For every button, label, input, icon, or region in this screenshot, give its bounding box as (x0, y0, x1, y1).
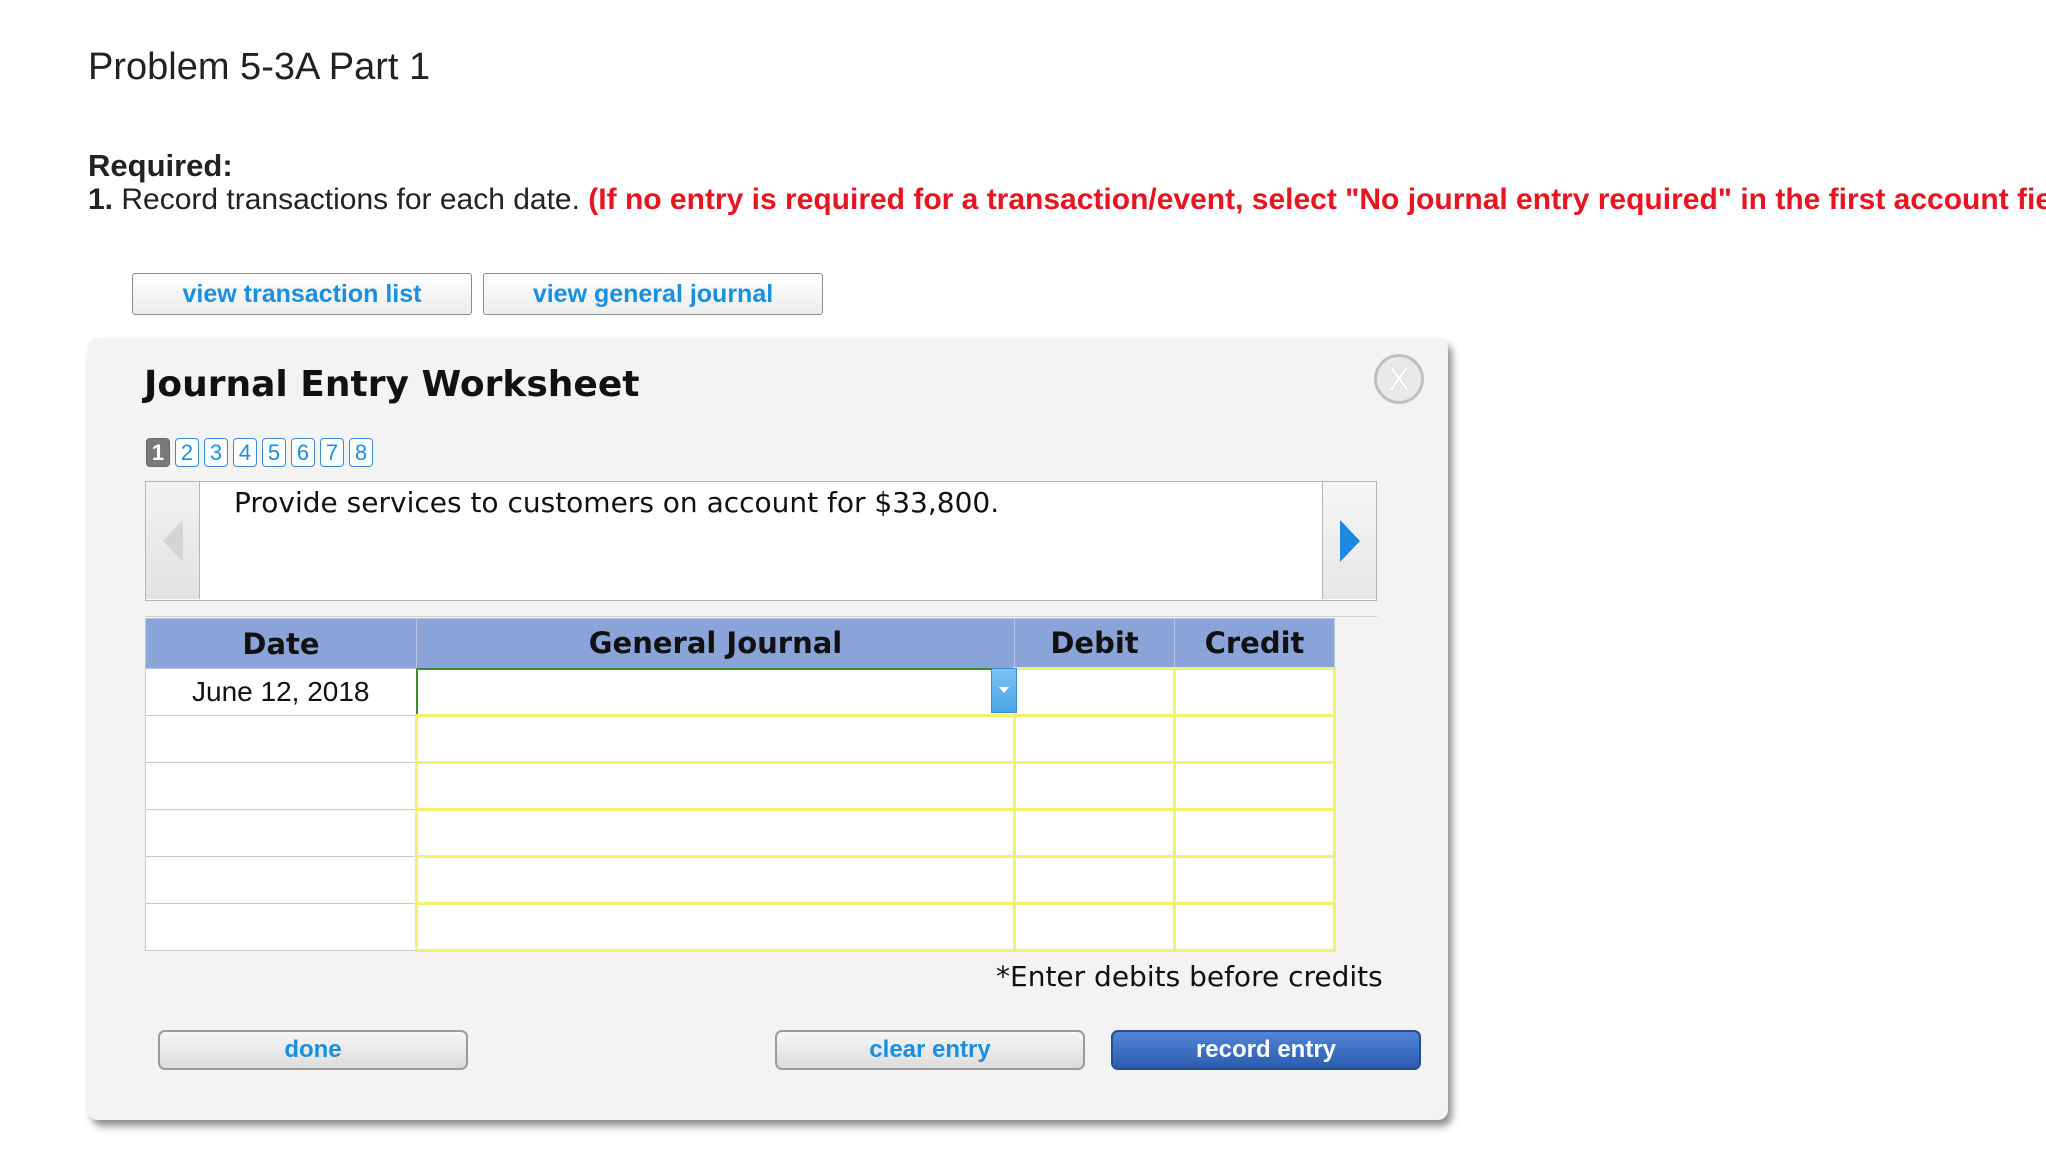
debit-input[interactable] (1013, 902, 1176, 952)
debit-input[interactable] (1013, 714, 1176, 764)
date-cell (145, 903, 417, 951)
credit-input[interactable] (1173, 855, 1336, 905)
table-row: June 12, 2018 (145, 667, 1336, 717)
credit-input[interactable] (1173, 902, 1336, 952)
clear-entry-button[interactable]: clear entry (775, 1030, 1085, 1070)
account-select[interactable] (415, 808, 1016, 858)
credit-input[interactable] (1173, 808, 1336, 858)
page-tab-1[interactable]: 1 (146, 438, 170, 467)
transaction-pager: 1 2 3 4 5 6 7 8 (146, 438, 373, 467)
header-credit: Credit (1174, 618, 1335, 669)
account-select[interactable] (415, 667, 1017, 717)
page-tab-7[interactable]: 7 (320, 438, 344, 467)
table-row (145, 855, 1336, 905)
table-header-row: Date General Journal Debit Credit (145, 618, 1335, 669)
transaction-description: Provide services to customers on account… (234, 486, 1000, 519)
account-select[interactable] (415, 855, 1016, 905)
view-transaction-list-button[interactable]: view transaction list (132, 273, 472, 315)
table-row (145, 902, 1336, 952)
chevron-right-icon (1339, 519, 1360, 562)
divider (145, 616, 1377, 617)
previous-transaction-button[interactable] (146, 482, 200, 599)
date-cell (145, 715, 417, 763)
instruction-text: Record transactions for each date. (113, 183, 589, 216)
worksheet-title: Journal Entry Worksheet (144, 364, 640, 405)
debit-input[interactable] (1013, 761, 1176, 811)
page-title: Problem 5-3A Part 1 (88, 46, 431, 88)
page-tab-3[interactable]: 3 (204, 438, 228, 467)
caret-down-icon[interactable] (991, 667, 1017, 713)
table-row (145, 808, 1336, 858)
account-select[interactable] (415, 761, 1016, 811)
account-select[interactable] (415, 902, 1016, 952)
page-tab-8[interactable]: 8 (349, 438, 373, 467)
instruction-number: 1. (88, 183, 114, 216)
table-row (145, 714, 1336, 764)
instruction-note: (If no entry is required for a transacti… (588, 183, 2046, 216)
page-tab-6[interactable]: 6 (291, 438, 315, 467)
debit-input[interactable] (1013, 667, 1176, 717)
date-cell (145, 856, 417, 904)
date-cell (145, 762, 417, 810)
journal-table: Date General Journal Debit Credit June 1… (145, 618, 1336, 952)
debit-input[interactable] (1013, 808, 1176, 858)
credit-input[interactable] (1173, 714, 1336, 764)
header-date: Date (145, 618, 417, 669)
debits-before-credits-note: *Enter debits before credits (996, 960, 1383, 993)
view-general-journal-button[interactable]: view general journal (483, 273, 823, 315)
page-tab-5[interactable]: 5 (262, 438, 286, 467)
done-button[interactable]: done (158, 1030, 468, 1070)
page-tab-4[interactable]: 4 (233, 438, 257, 467)
close-icon[interactable]: X (1374, 354, 1424, 404)
account-select[interactable] (415, 714, 1016, 764)
header-general-journal: General Journal (416, 618, 1015, 669)
credit-input[interactable] (1173, 667, 1336, 717)
header-debit: Debit (1014, 618, 1175, 669)
date-cell (145, 809, 417, 857)
chevron-left-icon (162, 519, 183, 562)
debit-input[interactable] (1013, 855, 1176, 905)
credit-input[interactable] (1173, 761, 1336, 811)
transaction-description-box: Provide services to customers on account… (145, 481, 1377, 601)
next-transaction-button[interactable] (1322, 482, 1376, 599)
record-entry-button[interactable]: record entry (1111, 1030, 1421, 1070)
instruction-line: 1. Record transactions for each date. (I… (88, 183, 2046, 217)
required-label: Required: (88, 148, 233, 183)
page-tab-2[interactable]: 2 (175, 438, 199, 467)
date-cell: June 12, 2018 (145, 668, 417, 716)
table-row (145, 761, 1336, 811)
journal-entry-worksheet: Journal Entry Worksheet X 1 2 3 4 5 6 7 … (88, 338, 1448, 1120)
